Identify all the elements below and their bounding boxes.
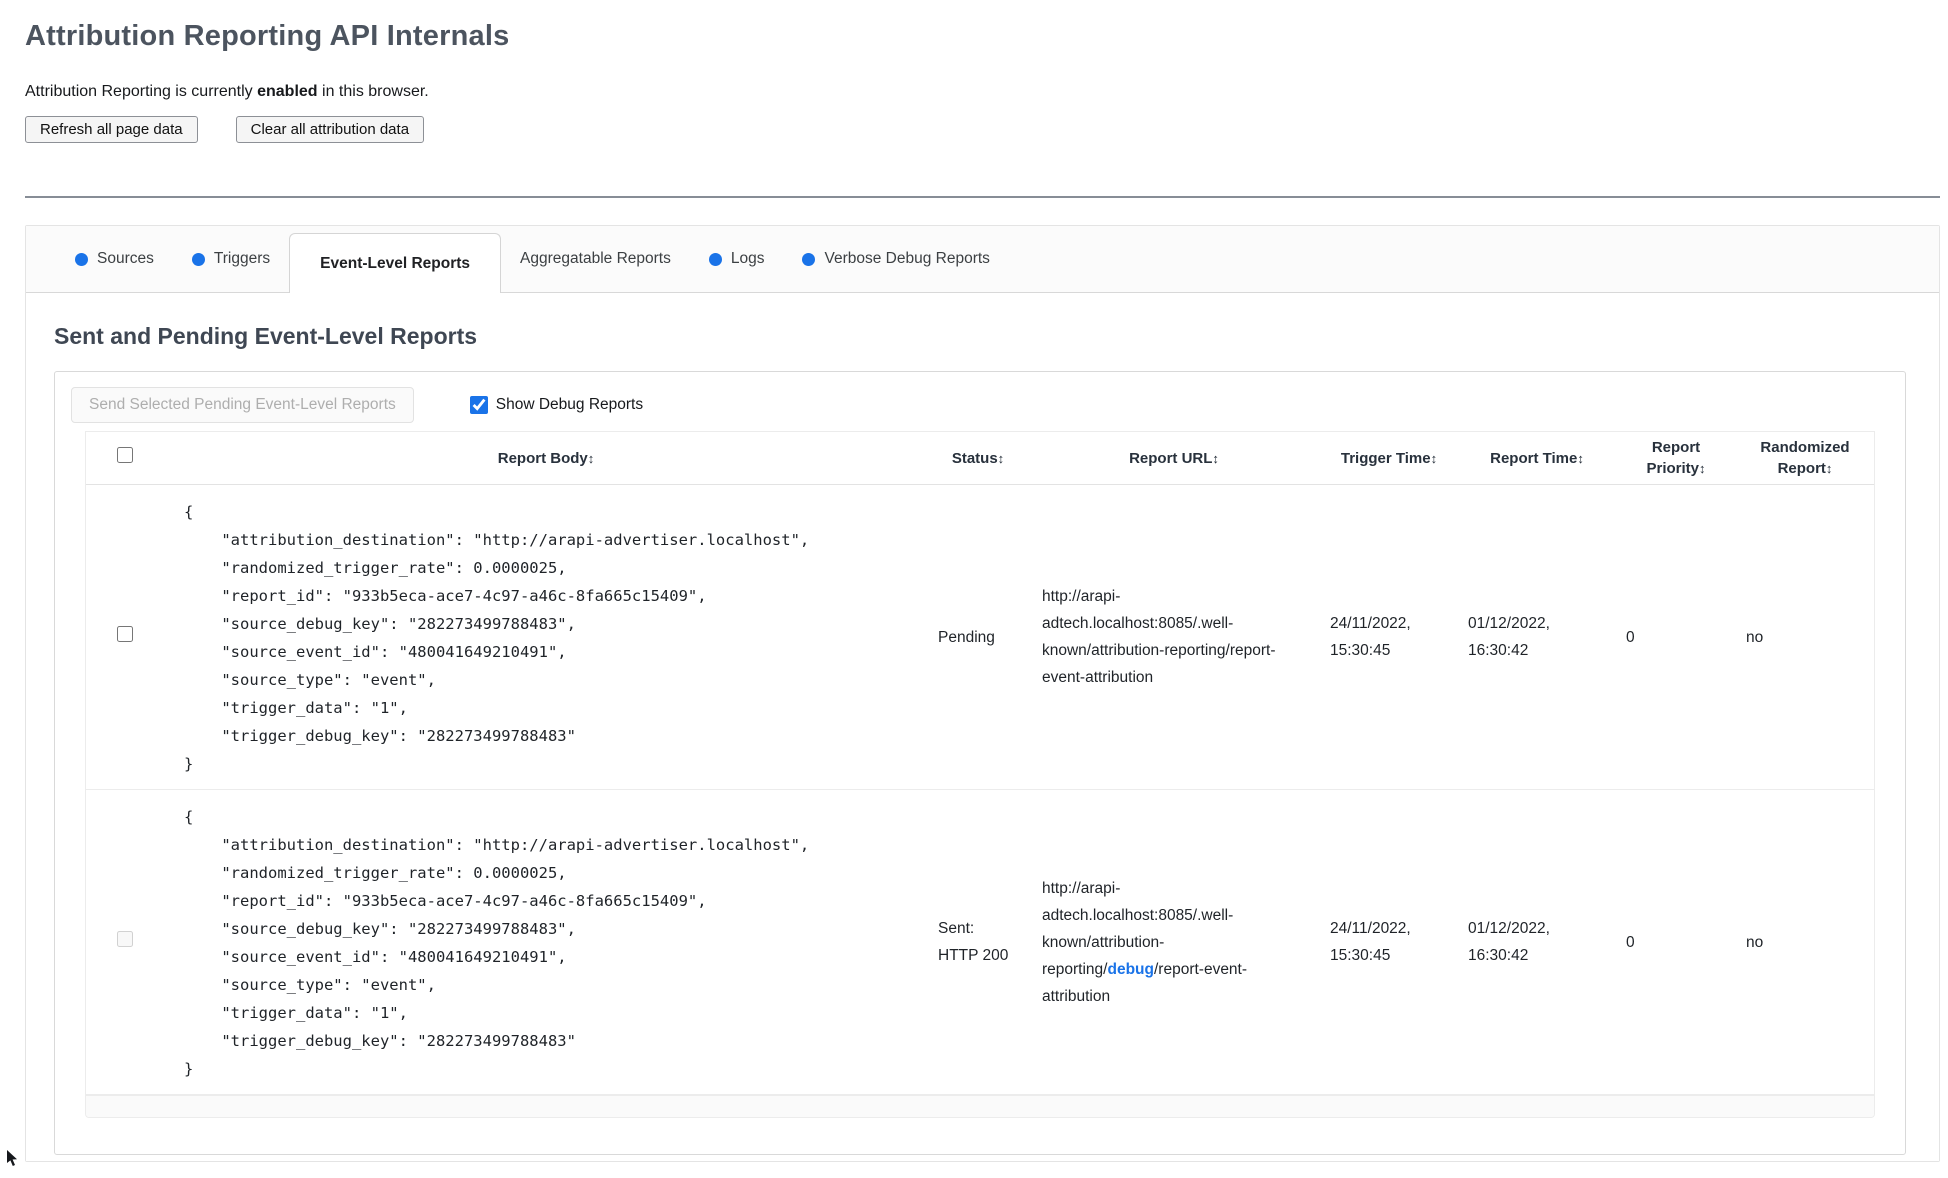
trigger-time: 24/11/2022, 15:30:45 [1330, 920, 1411, 964]
report-priority: 0 [1626, 933, 1635, 951]
report-url-text: http://arapi-adtech.localhost:8085/.well… [1042, 588, 1276, 686]
col-header-report-time[interactable]: Report Time↕ [1458, 443, 1616, 474]
sort-icon: ↕ [997, 450, 1005, 466]
attribution-internals-page: Attribution Reporting API Internals Attr… [0, 0, 1948, 1162]
report-controls: Send Selected Pending Event-Level Report… [71, 387, 1891, 423]
tab-label: Triggers [213, 250, 271, 267]
tabbox: Sources Triggers Event-Level Reports Agg… [25, 225, 1940, 1162]
report-url: http://arapi-adtech.localhost:8085/.well… [1028, 575, 1320, 699]
new-data-dot-icon [708, 252, 722, 266]
col-header-randomized-report[interactable]: Randomized Report↕ [1736, 432, 1874, 484]
report-body-json: { "attribution_destination": "http://ara… [184, 808, 810, 1078]
sort-icon: ↕ [1430, 450, 1438, 466]
divider [25, 196, 1940, 198]
sort-icon: ↕ [1577, 450, 1584, 466]
report-status: Pending [938, 628, 995, 646]
tab-label: Verbose Debug Reports [824, 250, 990, 267]
select-all-checkbox[interactable] [117, 447, 133, 463]
status-enabled: enabled [257, 83, 318, 100]
reports-table: Report Body↕ Status↕ Report URL↕ Trigger… [85, 431, 1875, 1118]
page-title: Attribution Reporting API Internals [25, 20, 510, 52]
row-select-checkbox[interactable] [117, 930, 133, 947]
report-body-cell: { "attribution_destination": "http://ara… [164, 485, 928, 789]
show-debug-label: Show Debug Reports [495, 396, 644, 413]
report-time: 01/12/2022, 16:30:42 [1468, 615, 1550, 659]
tab-triggers[interactable]: Triggers [173, 226, 289, 292]
table-row: { "attribution_destination": "http://ara… [86, 485, 1874, 790]
tab-content-event-level-reports: Sent and Pending Event-Level Reports Sen… [26, 293, 1939, 1161]
trigger-time: 24/11/2022, 15:30:45 [1330, 615, 1411, 659]
report-url: http://arapi-adtech.localhost:8085/.well… [1028, 867, 1320, 1018]
col-header-status[interactable]: Status↕ [928, 443, 1028, 474]
col-header-report-url[interactable]: Report URL↕ [1028, 443, 1320, 474]
section-heading: Sent and Pending Event-Level Reports [54, 323, 478, 349]
new-data-dot-icon [802, 252, 816, 266]
col-header-report-body[interactable]: Report Body↕ [164, 443, 928, 474]
tab-strip: Sources Triggers Event-Level Reports Agg… [26, 226, 1939, 293]
report-priority: 0 [1626, 628, 1635, 646]
sort-icon: ↕ [1825, 461, 1833, 476]
col-header-report-priority[interactable]: Report Priority↕ [1616, 432, 1736, 484]
select-all-cell [86, 447, 164, 469]
clear-all-button[interactable]: Clear all attribution data [235, 116, 425, 143]
mouse-cursor-icon [7, 1150, 17, 1166]
tab-event-level-reports[interactable]: Event-Level Reports [289, 233, 502, 293]
debug-link[interactable]: debug [1107, 961, 1154, 978]
row-select-cell [86, 929, 164, 956]
tab-label: Sources [97, 250, 154, 267]
report-time: 01/12/2022, 16:30:42 [1468, 920, 1550, 964]
tab-label: Event-Level Reports [320, 254, 471, 272]
api-status-text: Attribution Reporting is currently enabl… [25, 83, 1940, 101]
new-data-dot-icon [191, 252, 205, 266]
row-select-cell [86, 624, 164, 651]
status-suffix: in this browser. [317, 83, 429, 100]
show-debug-checkbox[interactable] [469, 396, 488, 414]
tab-sources[interactable]: Sources [56, 226, 173, 292]
tab-verbose-debug-reports[interactable]: Verbose Debug Reports [783, 226, 1008, 292]
top-buttons: Refresh all page data Clear all attribut… [25, 116, 1940, 143]
col-header-trigger-time[interactable]: Trigger Time↕ [1320, 443, 1458, 474]
reports-panel: Send Selected Pending Event-Level Report… [54, 371, 1906, 1155]
sort-icon: ↕ [1699, 461, 1706, 476]
randomized-report: no [1746, 933, 1764, 951]
sort-icon: ↕ [1212, 450, 1219, 466]
report-body-cell: { "attribution_destination": "http://ara… [164, 790, 928, 1094]
tab-label: Aggregatable Reports [520, 250, 671, 267]
row-select-checkbox[interactable] [117, 625, 133, 642]
table-header-row: Report Body↕ Status↕ Report URL↕ Trigger… [86, 432, 1874, 485]
tab-label: Logs [730, 250, 765, 267]
show-debug-toggle[interactable]: Show Debug Reports [469, 396, 644, 414]
table-body: { "attribution_destination": "http://ara… [86, 485, 1874, 1095]
report-body-json: { "attribution_destination": "http://ara… [184, 503, 810, 773]
sort-icon: ↕ [587, 450, 595, 466]
randomized-report: no [1746, 628, 1764, 646]
refresh-all-button[interactable]: Refresh all page data [25, 116, 198, 143]
tab-logs[interactable]: Logs [690, 226, 784, 292]
new-data-dot-icon [75, 252, 88, 266]
send-selected-reports-button[interactable]: Send Selected Pending Event-Level Report… [71, 387, 414, 423]
table-footer [86, 1095, 1874, 1117]
status-prefix: Attribution Reporting is currently [25, 83, 258, 100]
tab-aggregatable-reports[interactable]: Aggregatable Reports [501, 226, 690, 292]
report-status: Sent: HTTP 200 [938, 920, 1009, 964]
table-row: { "attribution_destination": "http://ara… [86, 790, 1874, 1095]
